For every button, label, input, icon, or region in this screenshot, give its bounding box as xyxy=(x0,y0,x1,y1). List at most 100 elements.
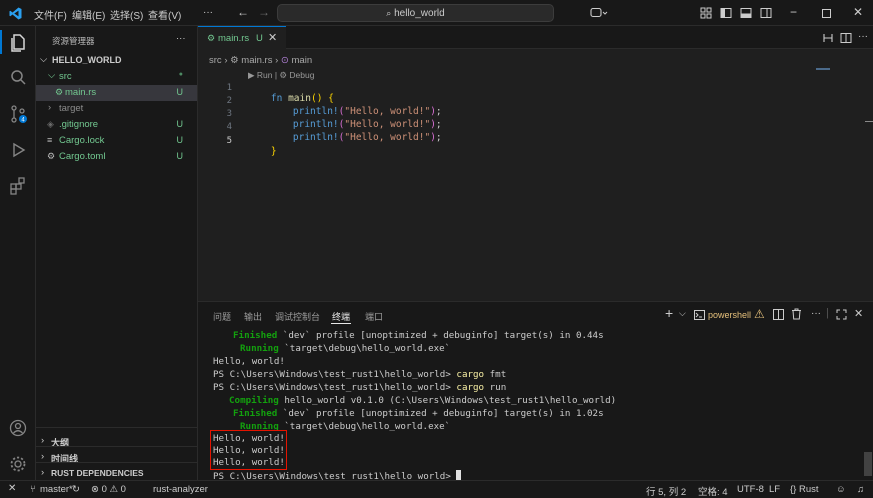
notifications-bell-icon[interactable]: ♫ xyxy=(857,484,864,495)
terminal-text: hello_world v0.1.0 (C:\Users\Windows\tes… xyxy=(278,395,617,406)
active-tab-underline xyxy=(331,323,351,324)
lock-file-icon: ≡ xyxy=(47,135,53,145)
encoding[interactable]: UTF-8 xyxy=(737,484,764,495)
line-number-active: 5 xyxy=(226,136,232,146)
breadcrumb-folder[interactable]: src xyxy=(209,55,222,66)
end-of-line[interactable]: LF xyxy=(769,484,780,495)
terminal-text: `dev` profile [unoptimized + debuginfo] … xyxy=(277,330,604,341)
accounts-icon[interactable] xyxy=(8,418,28,438)
problems-indicator[interactable]: ⊗ 0 ⚠ 0 xyxy=(91,484,126,495)
maximize-panel-icon[interactable] xyxy=(836,309,847,320)
new-terminal-icon[interactable]: + xyxy=(665,305,673,321)
terminal-cursor xyxy=(456,470,462,480)
terminal-text: `target\debug\hello_world.exe` xyxy=(278,343,451,354)
cursor-position[interactable]: 行 5, 列 2 xyxy=(646,484,686,498)
line-number: 3 xyxy=(226,109,232,119)
extensions-icon[interactable] xyxy=(8,176,28,196)
tab-label: main.rs xyxy=(218,33,250,44)
menu-file[interactable]: 文件(F) xyxy=(34,7,67,22)
menu-view[interactable]: 查看(V) xyxy=(148,7,181,22)
panel-more-icon[interactable]: ··· xyxy=(811,308,821,319)
sync-icon[interactable]: ↻ xyxy=(72,484,80,495)
back-arrow-icon[interactable]: ← xyxy=(237,5,249,19)
open-changes-icon[interactable] xyxy=(822,32,834,44)
close-tab-icon[interactable]: ✕ xyxy=(268,31,277,44)
explorer-sidebar: 资源管理器 ··· ⌵ HELLO_WORLD ⌵ src ● ⚙ main.r… xyxy=(36,26,198,480)
tree-item-label: main.rs xyxy=(65,87,97,98)
run-debug-icon[interactable] xyxy=(8,140,28,160)
copilot-status-icon[interactable]: ☺ xyxy=(836,484,846,495)
forward-arrow-icon[interactable]: → xyxy=(258,5,270,19)
manage-gear-icon[interactable] xyxy=(8,454,28,474)
search-sidebar-icon[interactable] xyxy=(8,68,28,88)
warning-icon: ⚠ xyxy=(754,307,765,321)
menu-selection[interactable]: 选择(S) xyxy=(110,7,143,22)
trash-icon[interactable] xyxy=(791,308,802,320)
maximize-icon[interactable] xyxy=(822,9,831,18)
section-label: 大纲 xyxy=(51,438,70,448)
terminal-text: `dev` profile [unoptimized + debuginfo] … xyxy=(277,408,604,419)
codelens-run-debug[interactable]: ▶ Run | ⚙ Debug xyxy=(248,70,314,81)
git-branch[interactable]: master* xyxy=(40,484,73,495)
menu-edit[interactable]: 编辑(E) xyxy=(72,7,105,22)
customize-layout-icon[interactable] xyxy=(700,7,712,19)
tab-problems[interactable]: 问题 xyxy=(213,310,231,323)
terminal-line: PS C:\Users\Windows\test_rust1\hello_wor… xyxy=(213,369,506,380)
search-text: hello_world xyxy=(394,8,445,19)
shell-label[interactable]: powershell xyxy=(708,310,751,320)
chevron-right-icon: › xyxy=(41,467,45,478)
toggle-primary-sidebar-icon[interactable] xyxy=(720,7,732,19)
indentation[interactable]: 空格: 4 xyxy=(698,484,728,498)
split-editor-icon[interactable] xyxy=(840,32,852,44)
macro-token: println! xyxy=(292,132,339,143)
tree-item-label: .gitignore xyxy=(59,119,99,130)
chevron-right-icon: › xyxy=(41,451,45,462)
chevron-down-icon[interactable]: ⌵ xyxy=(679,308,686,319)
close-panel-icon[interactable]: ✕ xyxy=(854,307,863,320)
rust-file-icon: ⚙ xyxy=(230,55,239,66)
root-folder-label: HELLO_WORLD xyxy=(52,55,122,65)
program-output-line: Hello, world! xyxy=(213,457,285,468)
terminal-scrollbar[interactable] xyxy=(864,452,872,476)
gitignore-file-icon: ◈ xyxy=(47,119,54,129)
minimap[interactable] xyxy=(810,63,860,83)
rust-file-icon: ⚙ xyxy=(207,33,216,43)
scrollbar-marker xyxy=(865,121,873,122)
copilot-icon[interactable] xyxy=(590,7,608,19)
divider xyxy=(36,427,197,428)
active-indicator xyxy=(0,30,2,54)
rust-file-icon: ⚙ xyxy=(55,87,64,97)
source-control-icon[interactable]: 4 xyxy=(8,104,28,124)
menu-more[interactable]: ··· xyxy=(203,7,213,18)
split-terminal-icon[interactable] xyxy=(773,309,784,320)
toggle-panel-icon[interactable] xyxy=(740,7,752,19)
compiling-keyword: Compiling xyxy=(229,395,279,406)
language-mode[interactable]: {} Rust xyxy=(790,484,819,495)
chevron-down-icon: ⌵ xyxy=(40,54,48,65)
tab-terminal[interactable]: 终端 xyxy=(332,310,350,323)
untracked-badge: U xyxy=(176,135,184,145)
minimize-icon[interactable]: − xyxy=(790,5,797,19)
editor-more-icon[interactable]: ··· xyxy=(858,31,868,42)
tab-debug-console[interactable]: 调试控制台 xyxy=(275,310,320,323)
toggle-secondary-sidebar-icon[interactable] xyxy=(760,7,772,19)
code-editor[interactable]: src › ⚙ main.rs › ⊙ main ▶ Run | ⚙ Debug… xyxy=(198,49,873,301)
tab-ports[interactable]: 端口 xyxy=(365,310,383,323)
breadcrumb-file[interactable]: main.rs xyxy=(241,55,272,66)
rust-analyzer-status[interactable]: rust-analyzer xyxy=(153,484,208,495)
terminal-command-arg: fmt xyxy=(489,369,507,380)
brace-token: } xyxy=(270,146,277,157)
running-keyword: Running xyxy=(240,343,279,354)
explorer-icon[interactable] xyxy=(8,32,28,52)
sidebar-title: 资源管理器 xyxy=(52,36,95,46)
tab-main-rs[interactable]: ⚙ main.rs U ✕ xyxy=(198,26,286,49)
sidebar-more-button[interactable]: ··· xyxy=(176,33,186,44)
tab-output[interactable]: 输出 xyxy=(244,310,262,323)
command-center-search[interactable]: ⌕ hello_world xyxy=(277,4,554,22)
close-window-icon[interactable]: ✕ xyxy=(853,5,863,19)
chevron-right-icon: › xyxy=(48,102,52,113)
breadcrumb: src › ⚙ main.rs › ⊙ main xyxy=(209,55,312,66)
breadcrumb-symbol[interactable]: main xyxy=(292,55,313,66)
remote-indicator-icon[interactable]: ✕ xyxy=(8,483,16,494)
divider xyxy=(36,462,197,463)
